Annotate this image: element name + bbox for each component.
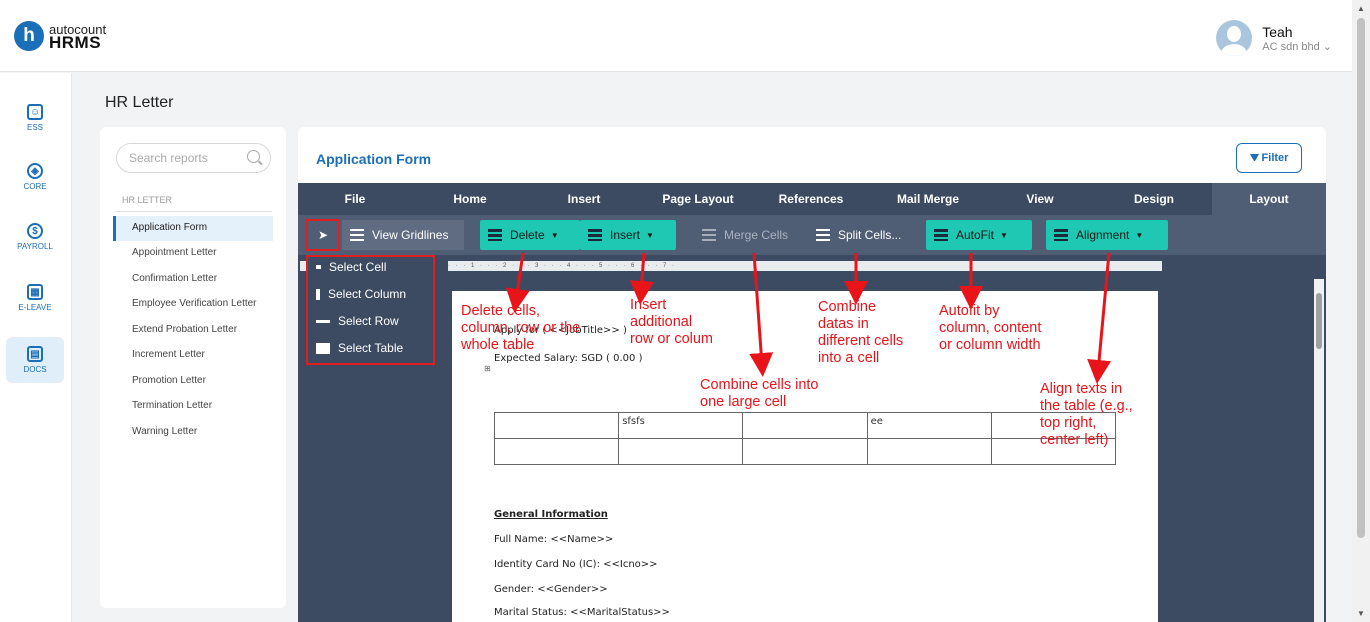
- note-delete: Delete cells, column, row or the whole tab…: [461, 303, 581, 353]
- scrollbar-thumb[interactable]: [1357, 18, 1365, 538]
- note-merge: Combine cells into one large cell: [700, 377, 819, 410]
- note-split: Combine datas in different cells into a cel…: [818, 299, 904, 366]
- page-scrollbar[interactable]: ▲ ▼: [1352, 0, 1370, 622]
- arrow-insert: [629, 252, 654, 305]
- arrow-alignment: [1087, 252, 1112, 384]
- note-autofit: Autofit by column, content or column width: [939, 303, 1042, 353]
- scroll-down-icon[interactable]: ▼: [1357, 609, 1365, 618]
- note-alignment: Align texts in the table (e.g., top right,…: [1040, 381, 1133, 448]
- note-insert: Insert additional row or colum: [630, 297, 713, 347]
- arrow-merge: [749, 252, 774, 377]
- arrow-delete: [505, 252, 530, 313]
- scroll-up-icon[interactable]: ▲: [1357, 4, 1365, 13]
